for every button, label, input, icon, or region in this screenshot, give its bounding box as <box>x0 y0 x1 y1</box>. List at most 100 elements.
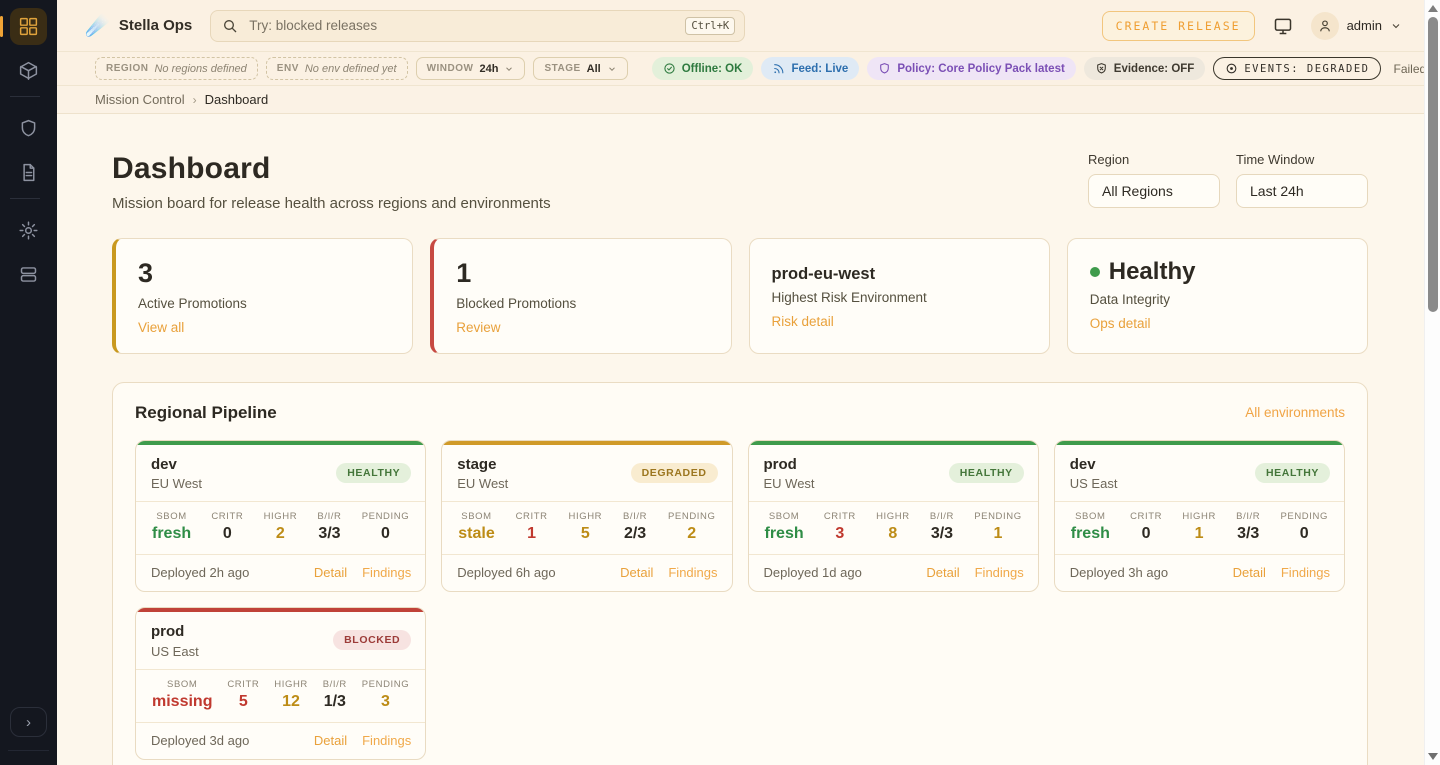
sidebar: › <box>0 0 57 765</box>
findings-link[interactable]: Findings <box>975 565 1024 580</box>
search-icon <box>222 18 238 34</box>
metric-value: fresh <box>1071 525 1110 543</box>
findings-link[interactable]: Findings <box>668 565 717 580</box>
stat-label: Data Integrity <box>1090 292 1345 307</box>
sidebar-expand-button[interactable]: › <box>10 707 47 737</box>
findings-link[interactable]: Findings <box>362 565 411 580</box>
top-header: ☄️ Stella Ops Try: blocked releases Ctrl… <box>57 0 1424 52</box>
pipeline-deployed-text: Deployed 6h ago <box>457 565 555 580</box>
pipeline-card: dev US East HEALTHY SBOMfreshCRITR0HIGHR… <box>1054 440 1345 593</box>
stage-chip[interactable]: STAGEAll <box>533 57 627 80</box>
status-dot-icon <box>1090 267 1100 277</box>
metric-value: 3 <box>824 525 856 543</box>
create-release-button[interactable]: CREATE RELEASE <box>1102 11 1255 41</box>
sidebar-item-settings[interactable] <box>10 212 47 249</box>
metric-bir: B/I/R1/3 <box>323 679 347 711</box>
metric-critr: CRITR5 <box>227 679 259 711</box>
gear-icon <box>18 220 39 241</box>
status-pill-evidence[interactable]: Evidence: OFF <box>1084 57 1206 80</box>
detail-link[interactable]: Detail <box>314 565 347 580</box>
pipeline-status-badge: HEALTHY <box>336 463 411 483</box>
header-actions: CREATE RELEASE admin <box>1102 11 1402 41</box>
sidebar-item-infrastructure[interactable] <box>10 256 47 293</box>
metric-label: CRITR <box>227 679 259 690</box>
pipeline-region: US East <box>1070 476 1118 491</box>
region-chip[interactable]: REGIONNo regions defined <box>95 57 258 80</box>
metric-critr: CRITR0 <box>1130 511 1162 543</box>
stat-card-link[interactable]: View all <box>138 320 184 335</box>
metric-label: SBOM <box>1071 511 1110 522</box>
sidebar-divider <box>10 96 40 97</box>
scrollbar-down-arrow-icon[interactable] <box>1428 753 1438 760</box>
page-title: Dashboard <box>112 152 551 186</box>
metric-value: 1 <box>1182 525 1216 543</box>
stat-card-link[interactable]: Risk detail <box>772 314 834 329</box>
events-status-label: EVENTS: DEGRADED <box>1244 63 1369 75</box>
breadcrumb-parent-link[interactable]: Mission Control <box>95 92 185 107</box>
global-search-input[interactable]: Try: blocked releases Ctrl+K <box>210 10 745 42</box>
context-bar: REGIONNo regions defined ENVNo env define… <box>57 52 1424 86</box>
metric-value: 1/3 <box>323 693 347 711</box>
pipeline-status-badge: BLOCKED <box>333 630 411 650</box>
pipeline-card-footer: Deployed 6h ago Detail Findings <box>442 555 731 591</box>
package-icon <box>18 60 39 81</box>
metric-label: CRITR <box>1130 511 1162 522</box>
metric-label: PENDING <box>974 511 1021 522</box>
time-window-filter: Time Window Last 24h <box>1236 152 1368 208</box>
pipeline-panel-header: Regional Pipeline All environments <box>135 403 1345 423</box>
pipeline-card-footer: Deployed 3d ago Detail Findings <box>136 723 425 759</box>
chip-label: WINDOW <box>427 63 474 74</box>
findings-link[interactable]: Findings <box>362 733 411 748</box>
breadcrumb-separator-icon: › <box>193 93 197 107</box>
sidebar-item-dashboard[interactable] <box>10 8 47 45</box>
findings-link[interactable]: Findings <box>1281 565 1330 580</box>
all-environments-link[interactable]: All environments <box>1245 405 1345 420</box>
user-menu[interactable]: admin <box>1311 12 1402 40</box>
region-select[interactable]: All Regions <box>1088 174 1220 208</box>
pipeline-links: Detail Findings <box>314 733 411 748</box>
page-scrollbar[interactable] <box>1424 0 1440 765</box>
metric-label: PENDING <box>362 679 409 690</box>
status-pill-offline[interactable]: Offline: OK <box>652 57 754 80</box>
scrollbar-up-arrow-icon[interactable] <box>1428 5 1438 12</box>
chevron-down-icon <box>1390 20 1402 32</box>
page-header: Dashboard Mission board for release heal… <box>112 152 1368 212</box>
metric-highr: HIGHR2 <box>264 511 298 543</box>
pipeline-links: Detail Findings <box>314 565 411 580</box>
status-pill-feed[interactable]: Feed: Live <box>761 57 859 80</box>
metric-critr: CRITR3 <box>824 511 856 543</box>
stat-value: 1 <box>456 259 708 289</box>
pipeline-deployed-text: Deployed 3d ago <box>151 733 249 748</box>
shield-icon <box>18 118 39 139</box>
metric-label: B/I/R <box>930 511 954 522</box>
status-pill-policy[interactable]: Policy: Core Policy Pack latest <box>867 57 1075 80</box>
pipeline-card-footer: Deployed 3h ago DetailFindings <box>1055 555 1344 591</box>
env-chip[interactable]: ENVNo env defined yet <box>266 57 408 80</box>
metric-value: fresh <box>765 525 804 543</box>
detail-link[interactable]: Detail <box>1233 565 1266 580</box>
sidebar-item-security[interactable] <box>10 110 47 147</box>
stat-card-link[interactable]: Ops detail <box>1090 316 1151 331</box>
breadcrumb: Mission Control › Dashboard <box>57 86 1424 114</box>
stat-card-link[interactable]: Review <box>456 320 500 335</box>
time-window-select-value: Last 24h <box>1250 183 1304 199</box>
region-select-value: All Regions <box>1102 183 1173 199</box>
display-mode-button[interactable] <box>1273 16 1293 36</box>
detail-link[interactable]: Detail <box>620 565 653 580</box>
metric-label: HIGHR <box>569 511 603 522</box>
metric-label: CRITR <box>516 511 548 522</box>
metric-sbom: SBOMmissing <box>152 679 212 711</box>
stat-value: 3 <box>138 259 390 289</box>
detail-link[interactable]: Detail <box>314 733 347 748</box>
detail-link[interactable]: Detail <box>926 565 959 580</box>
scrollbar-thumb[interactable] <box>1428 17 1438 312</box>
events-status-pill[interactable]: EVENTS: DEGRADED <box>1213 57 1381 80</box>
sidebar-item-releases[interactable] <box>10 52 47 89</box>
window-chip[interactable]: WINDOW24h <box>416 57 526 80</box>
metric-label: HIGHR <box>264 511 298 522</box>
metric-value: 3/3 <box>1236 525 1260 543</box>
stat-card: 1 Blocked Promotions Review <box>430 238 731 354</box>
sidebar-item-documents[interactable] <box>10 154 47 191</box>
time-window-select[interactable]: Last 24h <box>1236 174 1368 208</box>
grid-icon <box>18 16 39 37</box>
